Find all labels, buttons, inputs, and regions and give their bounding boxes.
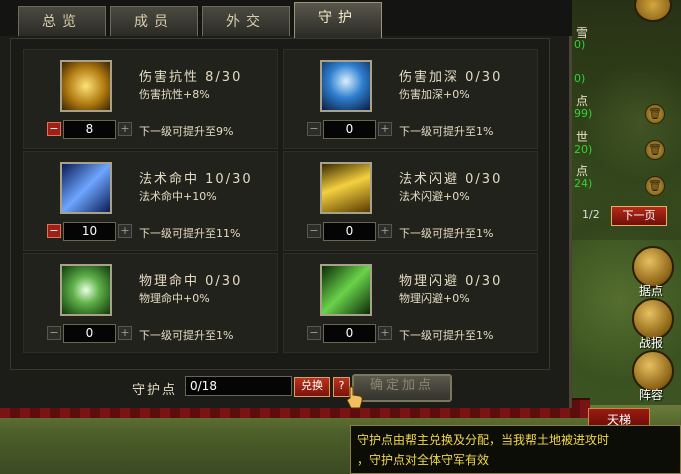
right-entry-3-count: 99) bbox=[574, 107, 593, 120]
blade-icon bbox=[320, 264, 372, 316]
skill-name: 法术闪避 0/30 bbox=[399, 172, 503, 187]
skill-desc: 物理命中+0% bbox=[139, 292, 210, 305]
trash-icon[interactable]: 🗑 bbox=[645, 176, 665, 196]
tooltip-line-2: ，守护点对全体守军有效 bbox=[357, 453, 490, 467]
increase-button[interactable]: + bbox=[118, 224, 132, 238]
skill-name: 伤害抗性 8/30 bbox=[139, 70, 243, 85]
skill-card: 法术命中 10/30 法术命中+10% − 10 + 下一级可提升至11% bbox=[23, 151, 278, 251]
hand-cursor-icon bbox=[346, 386, 363, 409]
skill-card: 物理闪避 0/30 物理闪避+0% − 0 + 下一级可提升至1% bbox=[283, 253, 538, 353]
skill-card: 物理命中 0/30 物理命中+0% − 0 + 下一级可提升至1% bbox=[23, 253, 278, 353]
skill-name: 法术命中 10/30 bbox=[139, 172, 253, 187]
skill-value[interactable]: 0 bbox=[63, 324, 116, 343]
decrease-button[interactable]: − bbox=[47, 224, 61, 238]
next-level-text: 下一级可提升至1% bbox=[399, 329, 494, 342]
tooltip-line-1: 守护点由帮主兑换及分配，当我帮土地被进攻时 bbox=[357, 433, 610, 447]
guard-tooltip: 守护点由帮主兑换及分配，当我帮土地被进攻时 ，守护点对全体守军有效 bbox=[350, 425, 681, 474]
skill-desc: 法术闪避+0% bbox=[399, 190, 470, 203]
guild-panel: 总览 成员 外交 守护 伤害抗性 8/30 伤害抗性+8% − 8 + 下一级可… bbox=[0, 0, 572, 408]
fist-icon bbox=[60, 60, 112, 112]
guard-points-label: 守护点 bbox=[132, 383, 178, 398]
dragon-icon bbox=[320, 60, 372, 112]
skill-desc: 法术命中+10% bbox=[139, 190, 217, 203]
next-level-text: 下一级可提升至1% bbox=[399, 227, 494, 240]
skill-name: 物理闪避 0/30 bbox=[399, 274, 503, 289]
decrease-button[interactable]: − bbox=[47, 326, 61, 340]
skill-desc: 伤害抗性+8% bbox=[139, 88, 210, 101]
trash-icon[interactable]: 🗑 bbox=[645, 104, 665, 124]
skill-value[interactable]: 10 bbox=[63, 222, 116, 241]
right-entry-4-count: 20) bbox=[574, 143, 593, 156]
lightning-icon bbox=[320, 162, 372, 214]
decrease-button[interactable]: − bbox=[307, 326, 321, 340]
tab-diplomacy[interactable]: 外交 bbox=[202, 6, 290, 36]
tab-overview[interactable]: 总览 bbox=[18, 6, 106, 36]
vortex-icon bbox=[60, 264, 112, 316]
arrows-icon bbox=[60, 162, 112, 214]
increase-button[interactable]: + bbox=[118, 122, 132, 136]
page-indicator: 1/2 bbox=[582, 208, 600, 221]
next-page-button[interactable]: 下一页 bbox=[611, 206, 667, 226]
skill-value[interactable]: 0 bbox=[323, 324, 376, 343]
battle-report-label: 战报 bbox=[638, 336, 663, 350]
next-level-text: 下一级可提升至9% bbox=[139, 125, 234, 138]
decrease-button[interactable]: − bbox=[307, 122, 321, 136]
right-entry-5-count: 24) bbox=[574, 177, 593, 190]
skill-desc: 伤害加深+0% bbox=[399, 88, 470, 101]
skill-card: 法术闪避 0/30 法术闪避+0% − 0 + 下一级可提升至1% bbox=[283, 151, 538, 251]
skill-desc: 物理闪避+0% bbox=[399, 292, 470, 305]
right-entry-2-count: 0) bbox=[574, 72, 586, 85]
increase-button[interactable]: + bbox=[118, 326, 132, 340]
increase-button[interactable]: + bbox=[378, 224, 392, 238]
next-level-text: 下一级可提升至11% bbox=[139, 227, 241, 240]
guard-content: 伤害抗性 8/30 伤害抗性+8% − 8 + 下一级可提升至9% 伤害加深 0… bbox=[10, 38, 550, 370]
next-level-text: 下一级可提升至1% bbox=[139, 329, 234, 342]
tab-bar: 总览 成员 外交 守护 bbox=[0, 0, 572, 38]
trash-icon[interactable]: 🗑 bbox=[645, 140, 665, 160]
skill-value[interactable]: 0 bbox=[323, 222, 376, 241]
decrease-button[interactable]: − bbox=[47, 122, 61, 136]
skill-card: 伤害抗性 8/30 伤害抗性+8% − 8 + 下一级可提升至9% bbox=[23, 49, 278, 149]
guard-points-field: 0/18 bbox=[185, 376, 292, 396]
increase-button[interactable]: + bbox=[378, 326, 392, 340]
skill-name: 伤害加深 0/30 bbox=[399, 70, 503, 85]
skill-name: 物理命中 0/30 bbox=[139, 274, 243, 289]
formation-label: 阵容 bbox=[638, 388, 663, 402]
tab-guard[interactable]: 守护 bbox=[294, 2, 382, 38]
right-list-panel bbox=[572, 0, 681, 240]
skill-value[interactable]: 8 bbox=[63, 120, 116, 139]
next-level-text: 下一级可提升至1% bbox=[399, 125, 494, 138]
stronghold-label: 据点 bbox=[638, 284, 663, 298]
skill-value[interactable]: 0 bbox=[323, 120, 376, 139]
increase-button[interactable]: + bbox=[378, 122, 392, 136]
right-entry-1-count: 0) bbox=[574, 38, 586, 51]
exchange-button[interactable]: 兑换 bbox=[294, 377, 330, 397]
confirm-points-button[interactable]: 确定加点 bbox=[352, 374, 452, 402]
decrease-button[interactable]: − bbox=[307, 224, 321, 238]
skill-card: 伤害加深 0/30 伤害加深+0% − 0 + 下一级可提升至1% bbox=[283, 49, 538, 149]
tab-members[interactable]: 成员 bbox=[110, 6, 198, 36]
